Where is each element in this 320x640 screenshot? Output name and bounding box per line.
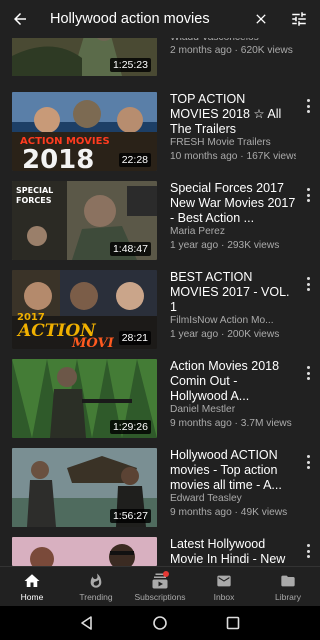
video-thumbnail[interactable]: 2017 ACTION MOVI 28:21 [12, 270, 157, 349]
video-title[interactable]: TOP ACTION MOVIES 2018 ☆ All The Trailer… [170, 92, 296, 136]
system-navigation-bar [0, 606, 320, 640]
notification-dot [163, 570, 169, 577]
circle-home-icon [153, 616, 167, 630]
video-item[interactable]: 1:29:26 Action Movies 2018 Comin Out - H… [0, 359, 320, 441]
system-back-button[interactable] [75, 611, 99, 635]
system-recents-button[interactable] [221, 611, 245, 635]
video-title[interactable]: Special Forces 2017 New War Movies 2017 … [170, 181, 296, 225]
library-icon [281, 575, 295, 586]
nav-inbox[interactable]: Inbox [192, 567, 256, 606]
back-button[interactable] [0, 0, 40, 38]
more-options-icon[interactable] [302, 276, 314, 292]
video-duration: 22:28 [118, 153, 151, 167]
video-channel: Edward Teasley [170, 493, 242, 505]
nav-label: Subscriptions [134, 591, 186, 602]
clear-search-button[interactable] [244, 0, 278, 38]
video-duration: 1:25:23 [109, 58, 151, 72]
video-item[interactable]: 1:56:27 Hollywood ACTION movies - Top ac… [0, 448, 320, 530]
video-stats: 9 months ago · 3.7M views [170, 417, 292, 429]
close-icon [256, 14, 266, 24]
trending-icon [90, 572, 102, 588]
search-bar: Hollywood action movies [0, 0, 320, 38]
video-duration: 1:29:26 [109, 420, 151, 434]
video-item[interactable]: Latest Hollywood Movie In Hindi - New [0, 537, 320, 566]
video-channel: FilmIsNow Action Mo... [170, 315, 274, 327]
nav-label: Inbox [213, 591, 235, 602]
video-title[interactable]: BEST ACTION MOVIES 2017 - VOL. 1 [170, 270, 296, 314]
more-options-icon[interactable] [302, 98, 314, 114]
bottom-navigation: Home Trending Subscriptions Inbox Librar… [0, 566, 320, 606]
video-title[interactable]: Action Movies 2018 Comin Out - Hollywood… [170, 359, 296, 403]
system-home-button[interactable] [148, 611, 172, 635]
video-title[interactable]: Hollywood ACTION movies - Top action mov… [170, 448, 296, 492]
video-thumbnail[interactable]: ACTION MOVIES 2018 22:28 [12, 92, 157, 171]
nav-label: Library [275, 591, 301, 602]
video-thumbnail[interactable]: SPECIAL FORCES 1:48:47 [12, 181, 157, 260]
video-thumbnail[interactable] [12, 537, 157, 566]
video-item[interactable]: ACTION MOVIES 2018 22:28 TOP ACTION MOVI… [0, 92, 320, 174]
video-item[interactable]: SPECIAL FORCES 1:48:47 Special Forces 20… [0, 181, 320, 263]
nav-subscriptions[interactable]: Subscriptions [128, 567, 192, 606]
square-recents-icon [227, 616, 240, 630]
thumbnail-caption: 2018 [22, 145, 94, 171]
video-stats: 10 months ago · 167K views [170, 150, 296, 162]
video-title[interactable]: Latest Hollywood Movie In Hindi - New [170, 537, 296, 566]
home-icon [24, 573, 40, 587]
video-stats: 1 year ago · 200K views [170, 328, 280, 340]
search-input[interactable]: Hollywood action movies [40, 11, 244, 27]
inbox-icon [217, 575, 231, 586]
thumbnail-caption: FORCES [16, 196, 52, 205]
nav-label: Home [20, 591, 44, 602]
video-channel: FRESH Movie Trailers [170, 137, 271, 149]
video-item[interactable]: 2017 ACTION MOVI 28:21 BEST ACTION MOVIE… [0, 270, 320, 352]
nav-home[interactable]: Home [0, 567, 64, 606]
filter-button[interactable] [278, 0, 320, 38]
triangle-back-icon [80, 616, 92, 630]
more-options-icon[interactable] [302, 365, 314, 381]
arrow-left-icon [14, 13, 26, 25]
video-channel: Maria Perez [170, 226, 225, 238]
video-stats: 2 months ago · 620K views [170, 45, 293, 57]
video-thumbnail[interactable]: 1:56:27 [12, 448, 157, 527]
results-list: 1:25:23 Wladd Vasconcelos 2 months ago ·… [0, 0, 320, 566]
video-stats: 9 months ago · 49K views [170, 506, 288, 518]
nav-trending[interactable]: Trending [64, 567, 128, 606]
video-stats: 1 year ago · 293K views [170, 239, 280, 251]
video-duration: 1:48:47 [109, 242, 151, 256]
video-channel: Daniel Mestler [170, 404, 236, 416]
nav-library[interactable]: Library [256, 567, 320, 606]
thumbnail-caption: MOVI [71, 336, 115, 349]
video-thumbnail[interactable]: 1:29:26 [12, 359, 157, 438]
thumbnail-caption: SPECIAL [16, 186, 53, 195]
more-options-icon[interactable] [302, 543, 314, 559]
video-duration: 28:21 [118, 331, 151, 345]
filter-sliders-icon [292, 12, 306, 26]
more-options-icon[interactable] [302, 187, 314, 203]
video-duration: 1:56:27 [109, 509, 151, 523]
more-options-icon[interactable] [302, 454, 314, 470]
nav-label: Trending [79, 591, 113, 602]
